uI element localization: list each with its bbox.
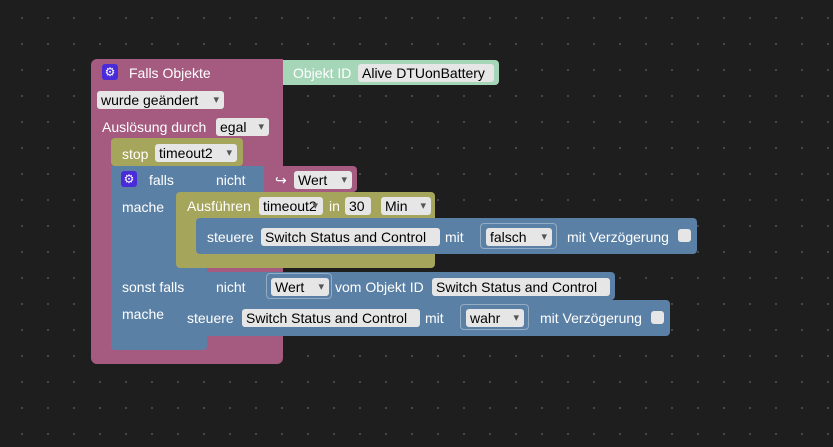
- not-label: nicht: [216, 172, 246, 188]
- run-amount-field[interactable]: 30: [345, 197, 371, 215]
- control2-delay-checkbox[interactable]: [651, 311, 664, 324]
- stop-timer-dropdown[interactable]: timeout2: [155, 144, 237, 162]
- if-block-foot: [111, 340, 207, 350]
- else-not-label: nicht: [216, 279, 246, 295]
- run-unit-dropdown[interactable]: Min: [381, 197, 431, 215]
- run-label: Ausführen: [187, 198, 251, 214]
- control2-delay-label: mit Verzögerung: [540, 310, 642, 326]
- in-label: in: [329, 198, 340, 214]
- trigger-by-label: Auslösung durch: [102, 119, 207, 135]
- object-id-label: Objekt ID: [293, 65, 352, 81]
- control1-target-field[interactable]: Switch Status and Control: [261, 228, 440, 246]
- control2-with-label: mit: [425, 310, 444, 326]
- control2-value-dropdown[interactable]: wahr: [466, 309, 524, 327]
- else-from-object-label: vom Objekt ID: [335, 279, 424, 295]
- if-label: falls: [149, 172, 174, 188]
- control1-value-dropdown[interactable]: falsch: [486, 228, 552, 246]
- do-label: mache: [122, 199, 165, 215]
- stop-label: stop: [122, 146, 149, 162]
- control1-label: steuere: [207, 229, 254, 245]
- changed-dropdown[interactable]: wurde geändert: [97, 91, 224, 109]
- else-object-field[interactable]: Switch Status and Control: [432, 278, 610, 296]
- control1-delay-checkbox[interactable]: [678, 229, 691, 242]
- else-do-label: mache: [122, 306, 165, 322]
- control2-target-field[interactable]: Switch Status and Control: [242, 309, 420, 327]
- control1-delay-label: mit Verzögerung: [567, 229, 669, 245]
- return-arrow-icon: ↪: [275, 172, 287, 188]
- variable-dropdown[interactable]: Wert: [294, 171, 352, 189]
- control2-label: steuere: [187, 310, 234, 326]
- gear-icon[interactable]: ⚙: [102, 64, 118, 80]
- else-if-label: sonst falls: [122, 279, 185, 295]
- run-timer-dropdown[interactable]: timeout2: [259, 197, 323, 215]
- object-id-field[interactable]: Alive DTUonBattery: [358, 64, 494, 82]
- gear-icon[interactable]: ⚙: [121, 171, 137, 187]
- else-value-dropdown[interactable]: Wert: [271, 278, 329, 296]
- trigger-title: Falls Objekte: [129, 65, 211, 81]
- trigger-by-dropdown[interactable]: egal: [216, 118, 269, 136]
- control1-with-label: mit: [445, 229, 464, 245]
